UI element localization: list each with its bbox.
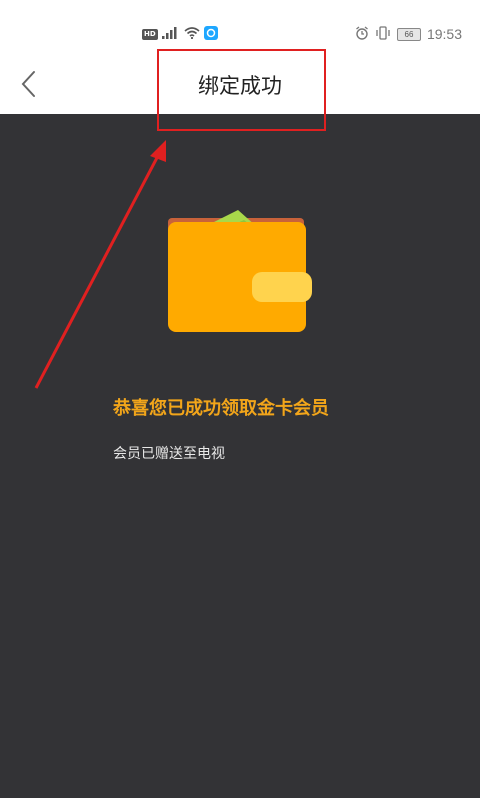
nav-bar: 绑定成功 [0, 52, 480, 114]
status-right: 66 19:53 [355, 24, 462, 44]
content-area: 恭喜您已成功领取金卡会员 会员已赠送至电视 [0, 114, 480, 798]
alarm-icon [355, 25, 369, 43]
gift-note: 会员已赠送至电视 [113, 446, 225, 462]
hd-badge: HD [142, 28, 158, 40]
app-notification-icon [203, 25, 218, 43]
wallet-icon [164, 206, 316, 340]
vibrate-icon [375, 25, 391, 43]
congrats-message: 恭喜您已成功领取金卡会员 [113, 398, 329, 419]
status-bar: HD 66 19:53 [0, 0, 480, 52]
page-title: 绑定成功 [198, 74, 282, 98]
status-time: 19:53 [426, 26, 462, 42]
wifi-icon [184, 26, 200, 42]
status-left: HD [142, 24, 218, 44]
signal-icon [161, 26, 180, 42]
battery-icon: 66 [396, 27, 421, 41]
